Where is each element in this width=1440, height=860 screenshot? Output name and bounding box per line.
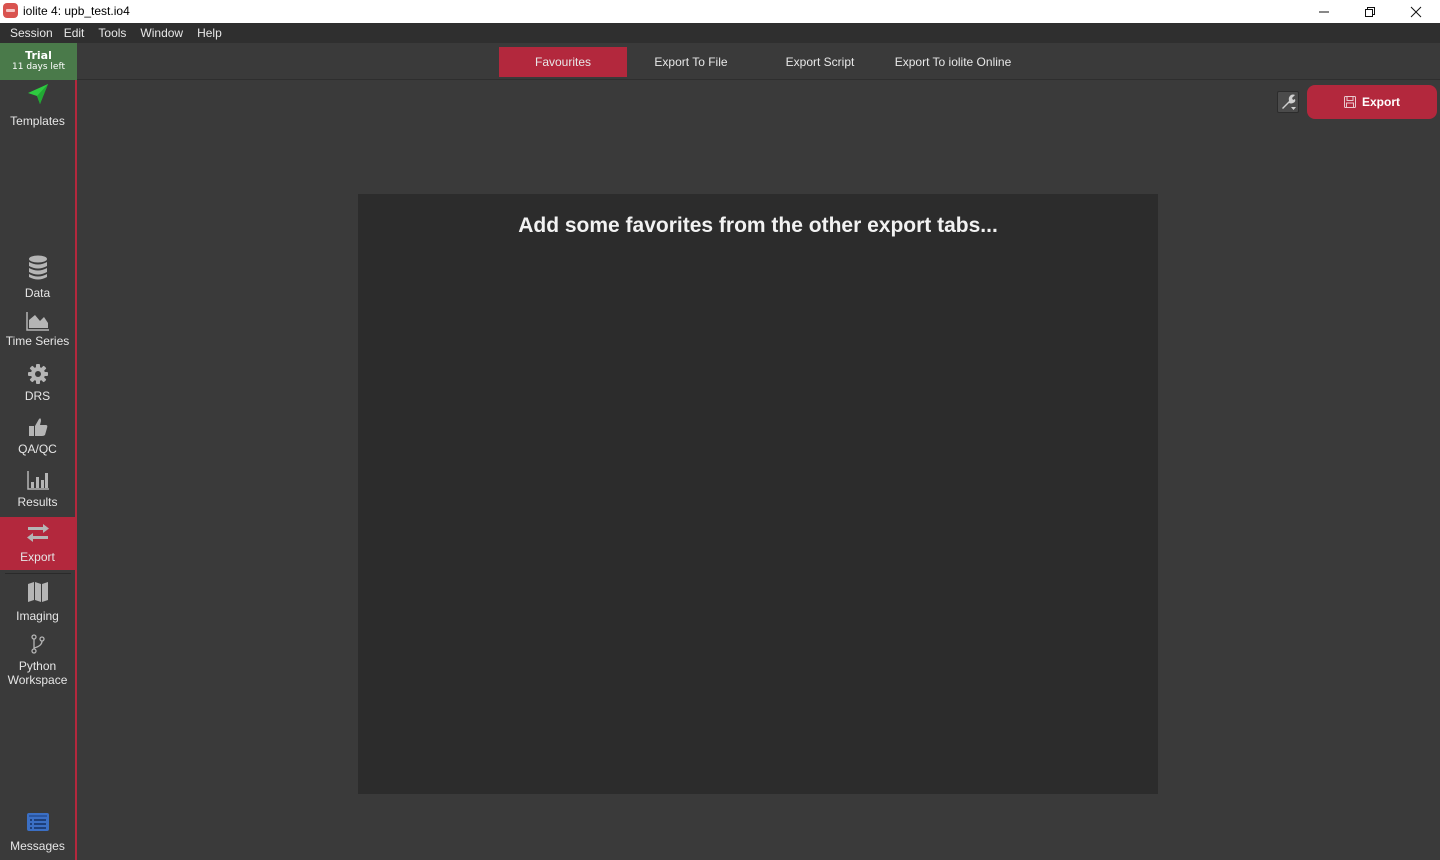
iolite-app-icon — [3, 3, 18, 18]
sidebar-item-export[interactable]: Export — [0, 517, 75, 570]
sidebar-item-results[interactable]: Results — [0, 469, 75, 515]
sidebar-label: DRS — [24, 389, 51, 403]
menu-session[interactable]: Session — [0, 26, 60, 40]
favourites-panel: Add some favorites from the other export… — [358, 194, 1158, 794]
sidebar-item-time-series[interactable]: Time Series — [0, 310, 75, 356]
sidebar-item-drs[interactable]: DRS — [0, 363, 75, 409]
sidebar-label-line1: Python — [18, 659, 57, 673]
tab-export-script[interactable]: Export Script — [755, 47, 885, 77]
close-button[interactable] — [1393, 0, 1439, 23]
exchange-arrows-icon — [26, 524, 49, 542]
sidebar-item-python-workspace[interactable]: Python Workspace — [0, 634, 75, 690]
menu-bar: Session Edit Tools Window Help — [0, 23, 1440, 43]
sidebar-item-imaging[interactable]: Imaging — [0, 580, 75, 626]
message-list-icon — [26, 813, 49, 831]
empty-favourites-message: Add some favorites from the other export… — [518, 214, 998, 237]
sidebar-item-templates[interactable]: Templates — [0, 82, 75, 132]
floppy-disk-icon — [1343, 96, 1356, 108]
tab-export-to-iolite-online[interactable]: Export To iolite Online — [885, 47, 1021, 77]
close-icon — [1410, 6, 1422, 17]
menu-help[interactable]: Help — [193, 26, 232, 40]
sidebar-item-data[interactable]: Data — [0, 255, 75, 303]
thumbs-up-icon — [28, 418, 47, 436]
tab-favourites[interactable]: Favourites — [499, 47, 627, 77]
area-chart-icon — [25, 312, 49, 331]
sidebar-item-messages[interactable]: Messages — [0, 812, 75, 858]
tab-export-to-file[interactable]: Export To File — [627, 47, 755, 77]
menu-tools[interactable]: Tools — [94, 26, 136, 40]
trial-badge[interactable]: Trial 11 days left — [0, 43, 77, 80]
sidebar-label: Messages — [10, 839, 65, 853]
tools-menu-button[interactable] — [1277, 91, 1299, 113]
sidebar-label: Export — [20, 550, 55, 564]
trial-days-left: 11 days left — [12, 62, 65, 72]
minimize-button[interactable] — [1301, 0, 1347, 23]
sidebar-label: Imaging — [16, 609, 59, 623]
export-button-label: Export — [1361, 95, 1400, 109]
gear-icon — [27, 364, 48, 384]
sidebar-label: Results — [17, 495, 58, 509]
database-icon — [28, 255, 47, 280]
sidebar-label-line2: Workspace — [7, 673, 68, 687]
sidebar-label: Templates — [10, 114, 65, 128]
sidebar-label: Time Series — [5, 334, 70, 348]
sidebar-item-qa-qc[interactable]: QA/QC — [0, 416, 75, 462]
menu-edit[interactable]: Edit — [60, 26, 95, 40]
window-title: iolite 4: upb_test.io4 — [23, 4, 130, 18]
sidebar-label: Data — [24, 286, 51, 300]
sidebar-label: QA/QC — [18, 442, 57, 456]
trial-title: Trial — [25, 49, 52, 62]
restore-button[interactable] — [1347, 0, 1393, 23]
menu-window[interactable]: Window — [136, 26, 193, 40]
map-icon — [27, 582, 48, 602]
export-tabs: Favourites Export To File Export Script … — [499, 47, 1021, 77]
title-bar: iolite 4: upb_test.io4 — [0, 0, 1440, 23]
restore-icon — [1365, 6, 1375, 17]
export-button[interactable]: Export — [1307, 85, 1437, 119]
sidebar-separator — [5, 573, 71, 574]
wrench-icon — [1282, 94, 1296, 110]
bar-chart-icon — [26, 471, 49, 490]
minimize-icon — [1319, 11, 1329, 12]
code-branch-icon — [30, 634, 45, 654]
paper-plane-icon — [27, 84, 48, 104]
